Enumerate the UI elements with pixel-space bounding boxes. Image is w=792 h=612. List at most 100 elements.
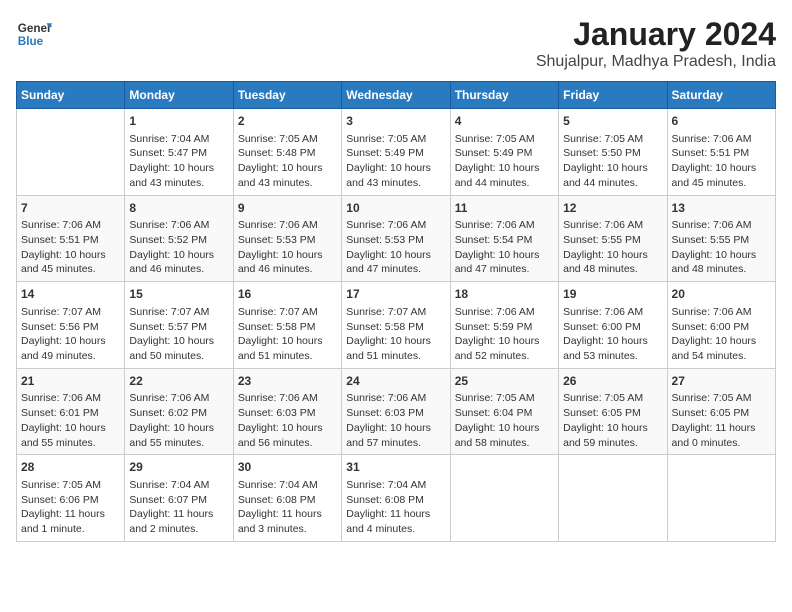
calendar-cell: 25Sunrise: 7:05 AM Sunset: 6:04 PM Dayli…	[450, 368, 558, 455]
calendar-cell: 31 Sunrise: 7:04 AM Sunset: 6:08 PM Dayli…	[342, 455, 450, 542]
calendar-cell: 30 Sunrise: 7:04 AM Sunset: 6:08 PM Dayli…	[233, 455, 341, 542]
svg-text:General: General	[18, 22, 52, 35]
calendar-table: SundayMondayTuesdayWednesdayThursdayFrid…	[16, 81, 776, 542]
day-info: Sunrise: 7:06 AM Sunset: 6:00 PM Dayligh…	[563, 305, 662, 364]
calendar-cell: 22Sunrise: 7:06 AM Sunset: 6:02 PM Dayli…	[125, 368, 233, 455]
logo-icon: General Blue	[16, 16, 52, 52]
calendar-cell	[667, 455, 775, 542]
day-info: Sunrise: 7:06 AM Sunset: 6:02 PM Dayligh…	[129, 391, 228, 450]
day-info: Sunrise: 7:06 AM Sunset: 5:59 PM Dayligh…	[455, 305, 554, 364]
calendar-cell: 15Sunrise: 7:07 AM Sunset: 5:57 PM Dayli…	[125, 282, 233, 369]
day-info: Sunrise: 7:06 AM Sunset: 6:00 PM Dayligh…	[672, 305, 771, 364]
day-info: Sunrise: 7:06 AM Sunset: 5:54 PM Dayligh…	[455, 218, 554, 277]
day-info: Sunrise: 7:05 AM Sunset: 5:50 PM Dayligh…	[563, 132, 662, 191]
weekday-header: Thursday	[450, 82, 558, 109]
calendar-cell: 18 Sunrise: 7:06 AM Sunset: 5:59 PM Dayli…	[450, 282, 558, 369]
calendar-week-row: 7Sunrise: 7:06 AM Sunset: 5:51 PM Daylig…	[17, 195, 776, 282]
calendar-cell: 23Sunrise: 7:06 AM Sunset: 6:03 PM Dayli…	[233, 368, 341, 455]
calendar-cell: 29Sunrise: 7:04 AM Sunset: 6:07 PM Dayli…	[125, 455, 233, 542]
day-number: 29	[129, 459, 228, 476]
day-number: 3	[346, 113, 445, 130]
day-info: Sunrise: 7:05 AM Sunset: 5:49 PM Dayligh…	[455, 132, 554, 191]
day-info: Sunrise: 7:04 AM Sunset: 6:08 PM Dayligh…	[238, 478, 337, 537]
day-number: 31	[346, 459, 445, 476]
calendar-cell: 4 Sunrise: 7:05 AM Sunset: 5:49 PM Daylig…	[450, 109, 558, 196]
calendar-body: 1 Sunrise: 7:04 AM Sunset: 5:47 PM Daylig…	[17, 109, 776, 542]
day-number: 25	[455, 373, 554, 390]
day-info: Sunrise: 7:04 AM Sunset: 5:47 PM Dayligh…	[129, 132, 228, 191]
calendar-week-row: 21Sunrise: 7:06 AM Sunset: 6:01 PM Dayli…	[17, 368, 776, 455]
day-number: 30	[238, 459, 337, 476]
calendar-cell: 9Sunrise: 7:06 AM Sunset: 5:53 PM Daylig…	[233, 195, 341, 282]
day-info: Sunrise: 7:06 AM Sunset: 6:03 PM Dayligh…	[238, 391, 337, 450]
calendar-cell	[17, 109, 125, 196]
weekday-header: Wednesday	[342, 82, 450, 109]
day-number: 1	[129, 113, 228, 130]
calendar-cell: 16Sunrise: 7:07 AM Sunset: 5:58 PM Dayli…	[233, 282, 341, 369]
calendar-cell: 21Sunrise: 7:06 AM Sunset: 6:01 PM Dayli…	[17, 368, 125, 455]
calendar-cell: 19 Sunrise: 7:06 AM Sunset: 6:00 PM Dayli…	[559, 282, 667, 369]
calendar-cell: 11Sunrise: 7:06 AM Sunset: 5:54 PM Dayli…	[450, 195, 558, 282]
calendar-cell: 28Sunrise: 7:05 AM Sunset: 6:06 PM Dayli…	[17, 455, 125, 542]
day-number: 7	[21, 200, 120, 217]
weekday-header: Saturday	[667, 82, 775, 109]
calendar-cell: 6 Sunrise: 7:06 AM Sunset: 5:51 PM Daylig…	[667, 109, 775, 196]
day-number: 13	[672, 200, 771, 217]
day-info: Sunrise: 7:06 AM Sunset: 5:51 PM Dayligh…	[672, 132, 771, 191]
calendar-cell: 14Sunrise: 7:07 AM Sunset: 5:56 PM Dayli…	[17, 282, 125, 369]
day-number: 8	[129, 200, 228, 217]
day-number: 22	[129, 373, 228, 390]
day-number: 4	[455, 113, 554, 130]
day-number: 2	[238, 113, 337, 130]
page-header: General Blue General Blue January 2024 S…	[16, 16, 776, 71]
day-info: Sunrise: 7:05 AM Sunset: 6:05 PM Dayligh…	[672, 391, 771, 450]
calendar-cell	[450, 455, 558, 542]
calendar-cell: 12Sunrise: 7:06 AM Sunset: 5:55 PM Dayli…	[559, 195, 667, 282]
weekday-header: Sunday	[17, 82, 125, 109]
weekday-header: Monday	[125, 82, 233, 109]
day-info: Sunrise: 7:04 AM Sunset: 6:08 PM Dayligh…	[346, 478, 445, 537]
day-info: Sunrise: 7:05 AM Sunset: 5:48 PM Dayligh…	[238, 132, 337, 191]
calendar-cell: 7Sunrise: 7:06 AM Sunset: 5:51 PM Daylig…	[17, 195, 125, 282]
day-info: Sunrise: 7:06 AM Sunset: 5:53 PM Dayligh…	[346, 218, 445, 277]
day-number: 6	[672, 113, 771, 130]
title-block: January 2024 Shujalpur, Madhya Pradesh, …	[536, 16, 776, 71]
calendar-cell: 27Sunrise: 7:05 AM Sunset: 6:05 PM Dayli…	[667, 368, 775, 455]
calendar-cell: 1 Sunrise: 7:04 AM Sunset: 5:47 PM Daylig…	[125, 109, 233, 196]
page-subtitle: Shujalpur, Madhya Pradesh, India	[536, 53, 776, 71]
day-info: Sunrise: 7:06 AM Sunset: 5:53 PM Dayligh…	[238, 218, 337, 277]
logo: General Blue General Blue	[16, 16, 52, 52]
day-info: Sunrise: 7:07 AM Sunset: 5:57 PM Dayligh…	[129, 305, 228, 364]
weekday-header: Tuesday	[233, 82, 341, 109]
calendar-cell	[559, 455, 667, 542]
day-number: 27	[672, 373, 771, 390]
calendar-cell: 24Sunrise: 7:06 AM Sunset: 6:03 PM Dayli…	[342, 368, 450, 455]
day-number: 23	[238, 373, 337, 390]
calendar-cell: 5Sunrise: 7:05 AM Sunset: 5:50 PM Daylig…	[559, 109, 667, 196]
calendar-cell: 10Sunrise: 7:06 AM Sunset: 5:53 PM Dayli…	[342, 195, 450, 282]
day-number: 21	[21, 373, 120, 390]
calendar-cell: 20 Sunrise: 7:06 AM Sunset: 6:00 PM Dayli…	[667, 282, 775, 369]
day-info: Sunrise: 7:07 AM Sunset: 5:56 PM Dayligh…	[21, 305, 120, 364]
calendar-cell: 3 Sunrise: 7:05 AM Sunset: 5:49 PM Daylig…	[342, 109, 450, 196]
day-info: Sunrise: 7:06 AM Sunset: 5:52 PM Dayligh…	[129, 218, 228, 277]
day-number: 20	[672, 286, 771, 303]
calendar-cell: 13Sunrise: 7:06 AM Sunset: 5:55 PM Dayli…	[667, 195, 775, 282]
calendar-cell: 17 Sunrise: 7:07 AM Sunset: 5:58 PM Dayli…	[342, 282, 450, 369]
day-number: 26	[563, 373, 662, 390]
day-info: Sunrise: 7:06 AM Sunset: 5:51 PM Dayligh…	[21, 218, 120, 277]
day-number: 9	[238, 200, 337, 217]
day-number: 19	[563, 286, 662, 303]
calendar-cell: 2 Sunrise: 7:05 AM Sunset: 5:48 PM Daylig…	[233, 109, 341, 196]
day-info: Sunrise: 7:05 AM Sunset: 6:04 PM Dayligh…	[455, 391, 554, 450]
day-number: 17	[346, 286, 445, 303]
day-info: Sunrise: 7:05 AM Sunset: 5:49 PM Dayligh…	[346, 132, 445, 191]
day-info: Sunrise: 7:07 AM Sunset: 5:58 PM Dayligh…	[238, 305, 337, 364]
day-number: 18	[455, 286, 554, 303]
day-info: Sunrise: 7:07 AM Sunset: 5:58 PM Dayligh…	[346, 305, 445, 364]
calendar-week-row: 1 Sunrise: 7:04 AM Sunset: 5:47 PM Daylig…	[17, 109, 776, 196]
calendar-week-row: 14Sunrise: 7:07 AM Sunset: 5:56 PM Dayli…	[17, 282, 776, 369]
svg-text:Blue: Blue	[18, 35, 44, 48]
day-number: 28	[21, 459, 120, 476]
day-info: Sunrise: 7:05 AM Sunset: 6:05 PM Dayligh…	[563, 391, 662, 450]
